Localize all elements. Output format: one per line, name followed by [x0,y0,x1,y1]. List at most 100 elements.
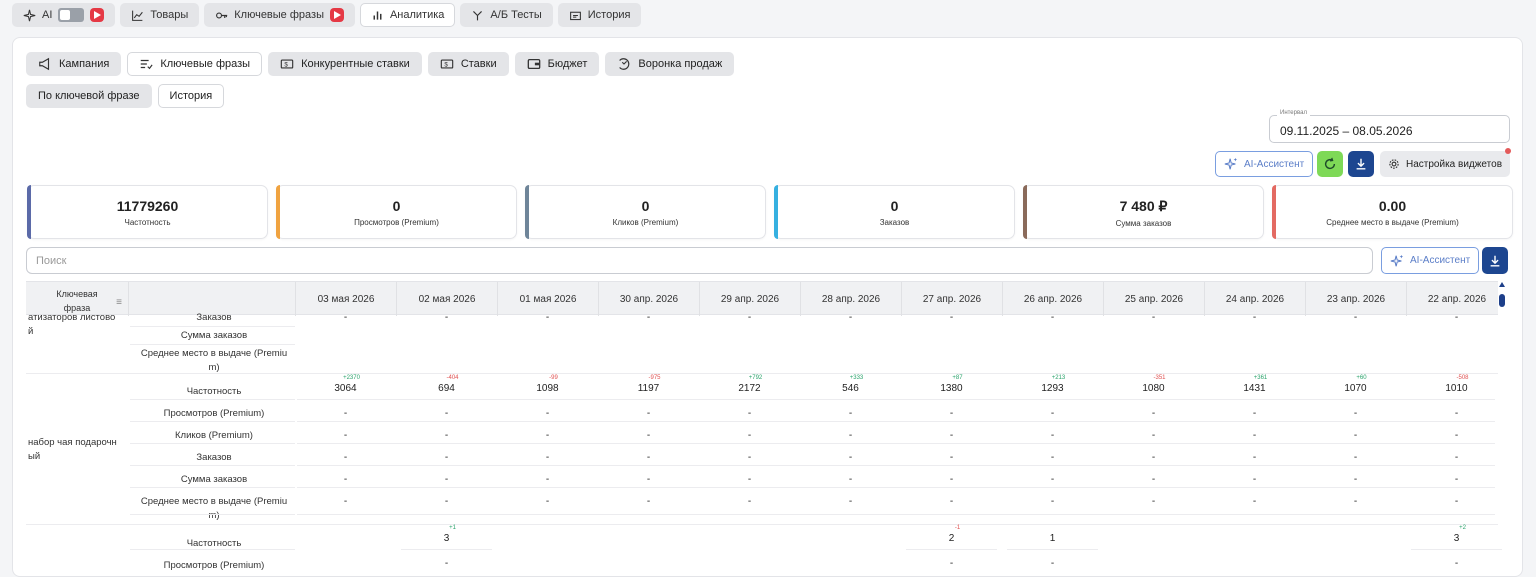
view-history[interactable]: История [157,84,225,108]
col-date-header[interactable]: 03 мая 2026 [295,282,396,316]
tab-keywords[interactable]: Ключевые фразы [204,3,355,27]
col-date-header[interactable]: 24 апр. 2026 [1204,282,1305,316]
subtab-campaign[interactable]: Кампания [26,52,122,76]
scroll-thumb[interactable] [1499,294,1505,307]
subtab-competitor-bids[interactable]: $ Конкурентные ставки [268,52,422,76]
download-icon [1356,158,1366,170]
subtab-keywords[interactable]: Ключевые фразы [127,52,263,76]
refresh-button[interactable] [1317,151,1343,177]
table-cell: - [1050,474,1055,485]
table-cell: - [1151,474,1156,485]
analytics-panel: Кампания Ключевые фразы $ Конкурентные с… [12,37,1523,577]
col-date-header[interactable]: 27 апр. 2026 [901,282,1002,316]
table-scrollbar[interactable] [1499,282,1507,576]
delta-badge: +333 [849,375,864,381]
table-cell: - [1252,408,1257,419]
table-cell: - [1454,496,1459,507]
frequency-value: 3 [443,533,450,544]
table-cell: - [1454,558,1459,569]
row-divider [130,487,295,488]
kpi-label: Кликов (Premium) [612,218,679,227]
frequency-value: 3 [1453,533,1460,544]
delta-badge: +2370 [343,375,360,381]
metric-label: Сумма заказов [180,474,248,485]
table-cell: - [444,430,449,441]
frequency-cell: 1010 -508 [1406,375,1507,394]
money-icon: $ [440,59,454,69]
tab-products[interactable]: Товары [120,3,200,27]
table-cell: - [545,312,550,323]
table-cell: - [747,452,752,463]
subtab-bids[interactable]: $ Ставки [427,52,509,76]
row-divider [906,549,997,550]
col-date-header[interactable]: 02 мая 2026 [396,282,497,316]
ai-toggle-group[interactable]: AI [12,3,116,27]
scroll-up-icon[interactable] [1499,282,1505,287]
kpi-cards: 11779260 Частотность 0 Просмотров (Premium… [27,185,1513,239]
col-date-header[interactable]: 25 апр. 2026 [1103,282,1204,316]
tab-ab-tests[interactable]: А/Б Тесты [460,3,553,27]
col-date-header[interactable]: 01 мая 2026 [497,282,598,316]
tab-label: Ключевые фразы [234,9,324,21]
table-cell: - [545,474,550,485]
table-cell: - [545,430,550,441]
kpi-label: Просмотров (Premium) [354,218,439,227]
col-date-header[interactable]: 28 апр. 2026 [800,282,901,316]
kpi-value: 11779260 [116,198,179,214]
table-cell: - [949,474,954,485]
view-switcher: По ключевой фразе История [26,84,225,108]
col-date-header[interactable]: 23 апр. 2026 [1305,282,1406,316]
frequency-cell: 3 +2 [1406,525,1507,544]
interval-value: 09.11.2025 – 08.05.2026 [1280,124,1413,138]
tab-analytics[interactable]: Аналитика [359,3,456,27]
column-menu-icon[interactable]: ≡ [116,296,122,310]
kpi-card-orders: 0 Заказов [774,185,1015,239]
frequency-value: 1431 [1243,383,1266,394]
kpi-card-views: 0 Просмотров (Premium) [276,185,517,239]
table-download-button[interactable] [1482,247,1508,274]
frequency-cell: 546 +333 [800,375,901,394]
widget-settings-button[interactable]: Настройка виджетов [1380,151,1511,177]
row-divider [297,514,1495,515]
search-input[interactable]: Поиск [26,247,1373,274]
metric-label: Просмотров (Premium) [163,408,265,419]
table-cell: - [1050,312,1055,323]
play-badge-icon [90,8,105,22]
table-cell: - [747,474,752,485]
view-by-keyword[interactable]: По ключевой фразе [26,84,152,108]
ai-toggle[interactable] [58,8,85,22]
frequency-value: 1080 [1142,383,1165,394]
keyword-cell[interactable]: атизаторов листово й [28,311,128,339]
table-cell: - [949,452,954,463]
ai-assistant-button[interactable]: AI-Ассистент [1215,151,1314,177]
interval-picker[interactable]: Интервал 09.11.2025 – 08.05.2026 [1269,110,1510,143]
col-date-header[interactable]: 30 апр. 2026 [598,282,699,316]
table-cell: - [444,452,449,463]
subtab-label: Конкурентные ставки [301,58,410,70]
subtab-label: Воронка продаж [638,58,723,70]
row-divider [401,549,492,550]
col-date-header[interactable]: 26 апр. 2026 [1002,282,1103,316]
tab-label: История [587,9,631,21]
subtab-budget[interactable]: Бюджет [514,52,600,76]
row-divider [1411,549,1502,550]
col-date-header[interactable]: 29 апр. 2026 [699,282,800,316]
frequency-value: 1098 [536,383,559,394]
col-date-header[interactable]: 22 апр. 2026 [1406,282,1507,316]
tab-history[interactable]: История [557,3,642,27]
table-cell: - [1050,452,1055,463]
sparkle-icon [1224,157,1238,170]
gear-icon [1389,159,1399,169]
kpi-accent-bar [1272,185,1276,239]
table-cell: - [646,496,651,507]
frequency-cell: 1 [1002,533,1103,544]
subtab-sales-funnel[interactable]: Воронка продаж [605,52,735,76]
row-divider [130,421,295,422]
row-divider [26,524,1498,525]
download-button[interactable] [1348,151,1374,177]
frequency-cell: 3 +1 [396,525,497,544]
table-cell: - [1353,430,1358,441]
keyword-cell[interactable]: набор чая подарочн ый [28,436,128,464]
metric-label: Среднее место в выдаче (Premiu m) [140,348,288,373]
table-ai-assistant-button[interactable]: AI-Ассистент [1381,247,1480,274]
